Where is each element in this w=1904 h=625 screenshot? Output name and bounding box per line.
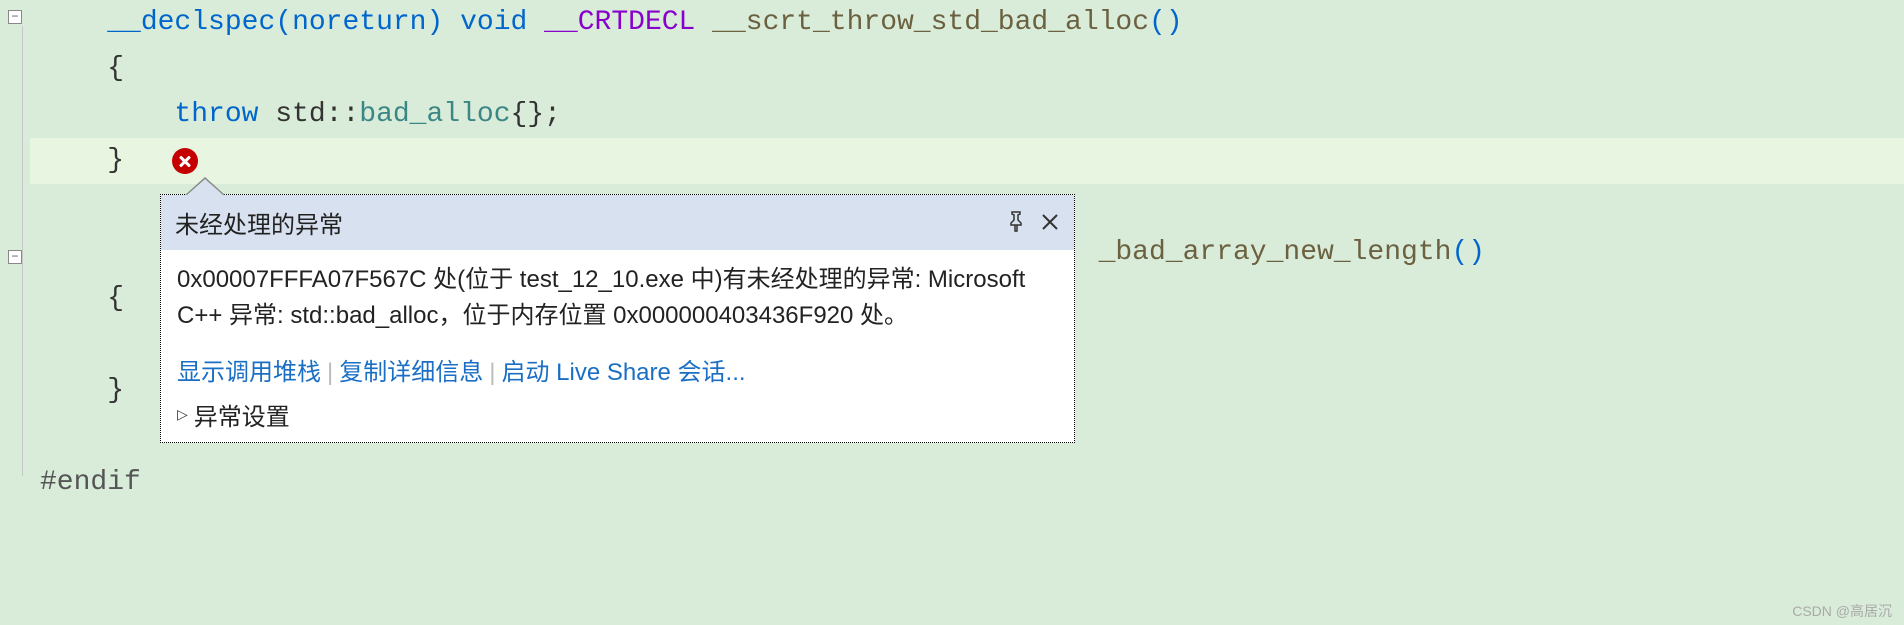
fold-toggle[interactable]: − (8, 250, 22, 264)
code-line[interactable]: #endif (30, 460, 1904, 506)
tooltip-footer[interactable]: ▷ 异常设置 (161, 397, 1074, 442)
tooltip-header: 未经处理的异常 (161, 195, 1074, 250)
pin-icon[interactable] (1006, 210, 1026, 236)
fold-line (22, 26, 23, 476)
code-line[interactable]: { (30, 46, 1904, 92)
watermark: CSDN @高居沉 (1792, 601, 1892, 621)
copy-details-link[interactable]: 复制详细信息 (339, 359, 483, 386)
fold-toggle[interactable]: − (8, 10, 22, 24)
tooltip-title: 未经处理的异常 (175, 205, 1006, 240)
code-line-current[interactable]: } (30, 138, 1904, 184)
code-line[interactable]: throw std::bad_alloc{}; (30, 92, 1904, 138)
code-line[interactable]: __declspec(noreturn) void __CRTDECL __sc… (30, 0, 1904, 46)
show-stacktrace-link[interactable]: 显示调用堆栈 (177, 359, 321, 386)
close-icon[interactable] (1040, 210, 1060, 236)
tooltip-body: 0x00007FFFA07F567C 处(位于 test_12_10.exe 中… (161, 250, 1074, 346)
expand-icon: ▷ (177, 406, 188, 423)
exception-settings-label: 异常设置 (194, 397, 290, 432)
liveshare-link[interactable]: 启动 Live Share 会话... (501, 359, 745, 386)
tooltip-actions: 显示调用堆栈|复制详细信息|启动 Live Share 会话... (161, 346, 1074, 397)
exception-tooltip: 未经处理的异常 0x00007FFFA07F567C 处(位于 test_12_… (160, 194, 1075, 443)
error-icon[interactable] (172, 148, 198, 174)
